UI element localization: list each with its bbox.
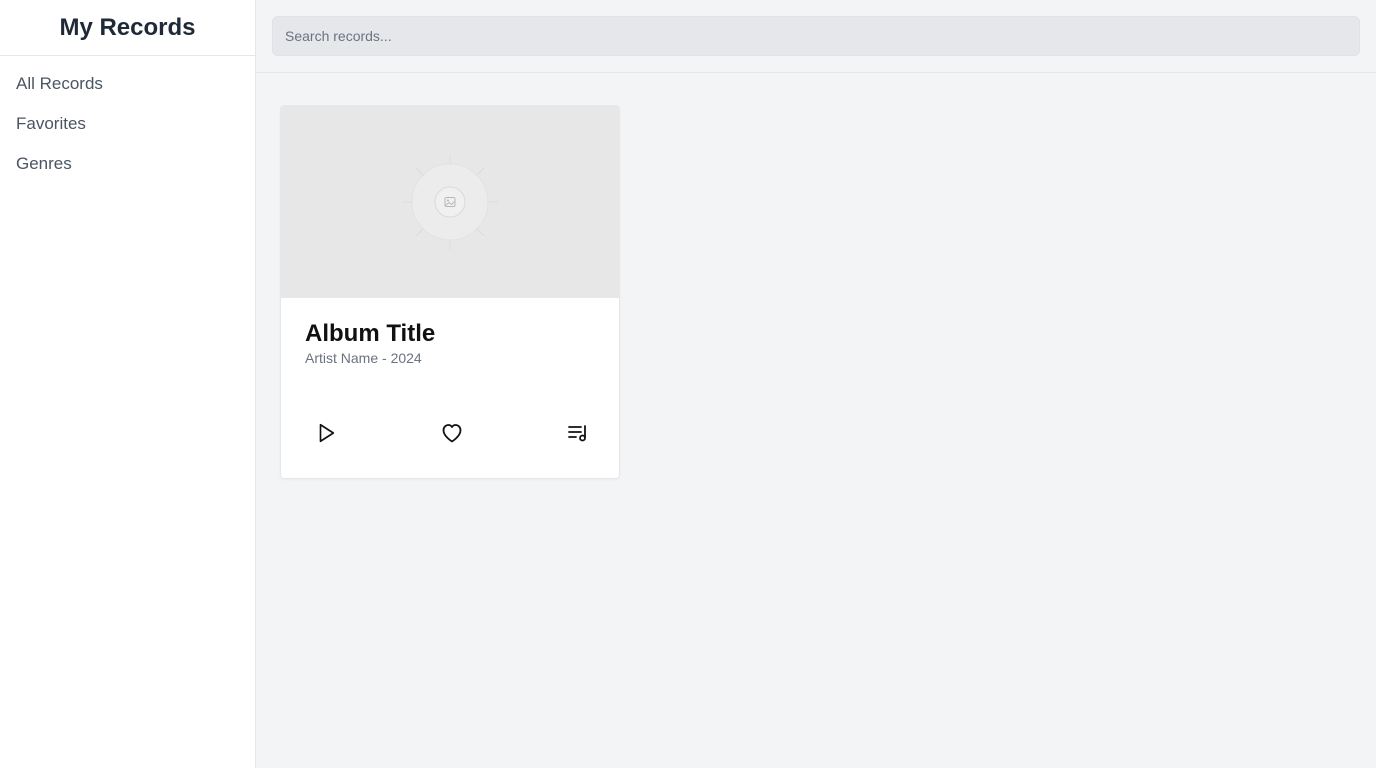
image-placeholder-icon xyxy=(402,154,498,250)
play-icon xyxy=(319,423,335,443)
sidebar-item-all-records[interactable]: All Records xyxy=(0,64,255,104)
album-cover xyxy=(281,106,619,298)
album-card[interactable]: Album Title Artist Name - 2024 xyxy=(280,105,620,479)
topbar xyxy=(256,0,1376,73)
play-button[interactable] xyxy=(313,420,339,446)
card-actions xyxy=(281,420,619,446)
app-title: My Records xyxy=(59,13,196,41)
card-body: Album Title Artist Name - 2024 xyxy=(281,298,619,366)
app: My Records All Records Favorites Genres xyxy=(0,0,1376,768)
search-input[interactable] xyxy=(272,16,1360,56)
sidebar-header: My Records xyxy=(0,0,255,56)
playlist-icon xyxy=(568,425,586,442)
favorite-button[interactable] xyxy=(439,420,465,446)
album-artist-year: Artist Name - 2024 xyxy=(305,350,422,366)
album-title: Album Title xyxy=(305,320,436,347)
sidebar: My Records All Records Favorites Genres xyxy=(0,0,256,768)
sidebar-item-favorites[interactable]: Favorites xyxy=(0,104,255,144)
add-to-playlist-button[interactable] xyxy=(565,420,591,446)
sidebar-nav: All Records Favorites Genres xyxy=(0,56,255,184)
heart-icon xyxy=(442,424,462,443)
sidebar-item-genres[interactable]: Genres xyxy=(0,144,255,184)
main-area: Album Title Artist Name - 2024 xyxy=(256,0,1376,768)
records-grid: Album Title Artist Name - 2024 xyxy=(256,73,1376,511)
